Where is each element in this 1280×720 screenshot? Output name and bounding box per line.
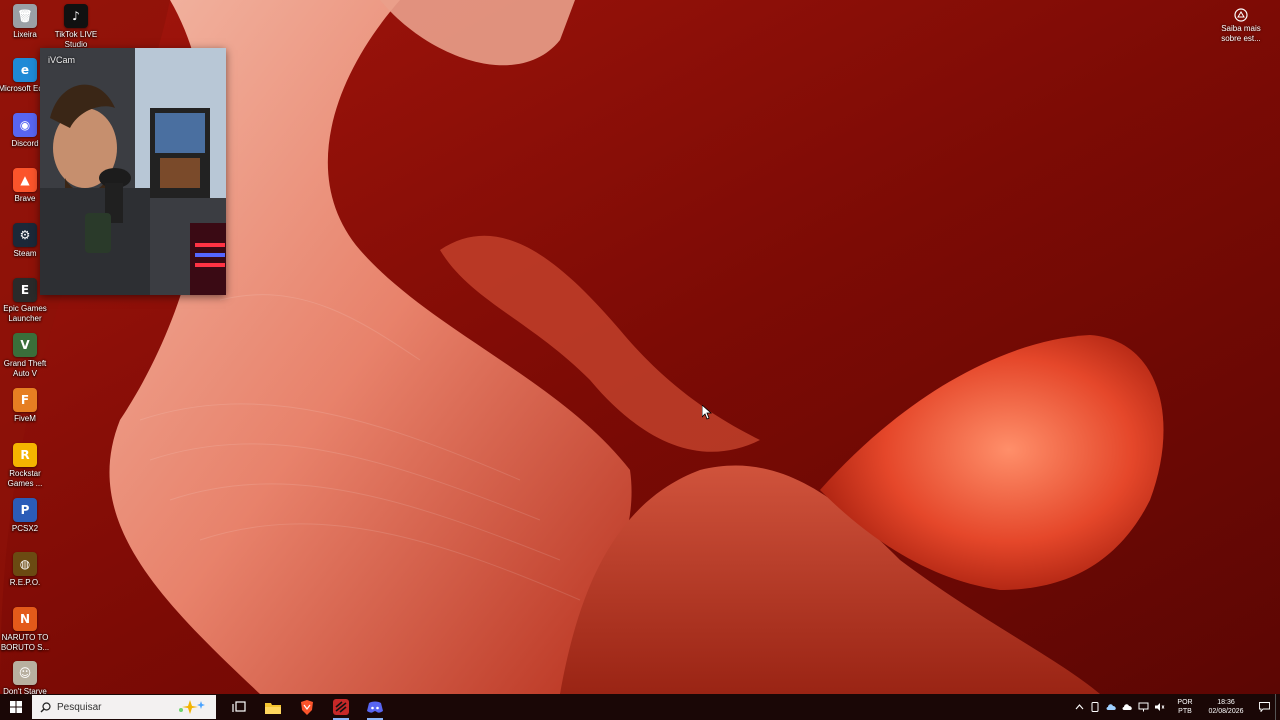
desktop-icon[interactable]: F FiveM <box>0 388 50 424</box>
taskbar: Pesquisar POR PTB 18:36 02/08/2026 <box>0 694 1280 720</box>
desktop-icon[interactable]: N NARUTO TO BORUTO S... <box>0 607 50 653</box>
webcam-feed <box>40 48 226 295</box>
keyboard-layout: PTB <box>1178 708 1192 715</box>
search-icon <box>40 701 51 712</box>
app-icon: ⚙ <box>13 223 37 247</box>
desktop-icon-label: Epic Games Launcher <box>3 304 47 323</box>
show-desktop-button[interactable] <box>1275 694 1280 720</box>
app-red-icon <box>333 699 349 715</box>
app-icon: ☺ <box>13 661 37 685</box>
app-icon: ◍ <box>13 552 37 576</box>
app-taskbar-button[interactable] <box>325 694 357 720</box>
language-indicator[interactable]: POR PTB <box>1171 694 1199 720</box>
app-icon: ▲ <box>13 168 37 192</box>
tray-app-icon[interactable] <box>1119 694 1135 720</box>
desktop-icon-label: NARUTO TO BORUTO S... <box>0 633 50 652</box>
search-highlight-icon <box>179 700 205 714</box>
desktop-icon[interactable]: R Rockstar Games ... <box>0 443 50 489</box>
chevron-up-icon <box>1075 704 1083 710</box>
clock-time: 18:36 <box>1217 699 1235 706</box>
mouse-cursor-icon <box>701 404 713 425</box>
search-placeholder: Pesquisar <box>57 701 102 713</box>
discord-icon <box>367 701 383 713</box>
app-icon: V <box>13 333 37 357</box>
tray-app-icon[interactable] <box>1087 694 1103 720</box>
language-code: POR <box>1177 699 1193 706</box>
app-icon: E <box>13 278 37 302</box>
cloud-sync-icon <box>1122 704 1132 710</box>
app-icon: e <box>13 58 37 82</box>
app-icon: ♪ <box>64 4 88 28</box>
desktop-icon[interactable]: ☺ Don't Starve <box>0 661 50 697</box>
start-button[interactable] <box>0 694 32 720</box>
network-button[interactable] <box>1135 694 1151 720</box>
search-box[interactable]: Pesquisar <box>32 695 216 719</box>
brave-taskbar-button[interactable] <box>291 694 323 720</box>
desktop-icon[interactable]: P PCSX2 <box>0 498 50 534</box>
task-view-button[interactable] <box>223 694 255 720</box>
ivcam-title: iVCam <box>48 55 76 65</box>
volume-button[interactable] <box>1151 694 1167 720</box>
system-tray: POR PTB 18:36 02/08/2026 <box>1071 694 1280 720</box>
clock[interactable]: 18:36 02/08/2026 <box>1203 694 1249 720</box>
learn-more-label: Saiba mais sobre est... <box>1221 24 1261 43</box>
app-icon: ◉ <box>13 113 37 137</box>
folder-icon <box>265 702 281 714</box>
onedrive-icon <box>1106 704 1116 710</box>
network-icon <box>1138 702 1148 712</box>
ivcam-window[interactable]: iVCam <box>40 48 226 295</box>
app-icon: 🗑 <box>13 4 37 28</box>
app-icon: R <box>13 443 37 467</box>
notifications-button[interactable] <box>1253 694 1275 720</box>
camera-icon <box>1234 8 1248 22</box>
desktop-icon[interactable]: V Grand Theft Auto V <box>0 333 50 379</box>
desktop-icon-label: TikTok LIVE Studio <box>54 30 98 49</box>
app-icon: N <box>13 607 37 631</box>
desktop-icon[interactable]: 🗑 Lixeira <box>0 4 50 40</box>
desktop-icon-label: Grand Theft Auto V <box>3 359 47 378</box>
desktop-icon-label: PCSX2 <box>11 524 39 533</box>
desktop-icon-label: Lixeira <box>13 30 37 39</box>
discord-taskbar-button[interactable] <box>359 694 391 720</box>
app-icon: F <box>13 388 37 412</box>
clock-date: 02/08/2026 <box>1208 708 1244 715</box>
desktop-icon[interactable]: ◍ R.E.P.O. <box>0 552 50 588</box>
tray-app-icon[interactable] <box>1103 694 1119 720</box>
desktop-icon[interactable]: ♪ TikTok LIVE Studio <box>51 4 101 50</box>
phone-icon <box>1091 702 1099 712</box>
desktop-icon-label: FiveM <box>14 414 36 423</box>
desktop-icon-label: R.E.P.O. <box>9 578 41 587</box>
desktop-icon-label: Rockstar Games ... <box>7 469 43 488</box>
windows-logo-icon <box>10 701 22 713</box>
task-view-icon <box>232 701 246 712</box>
file-explorer-button[interactable] <box>257 694 289 720</box>
speaker-icon <box>1154 703 1164 711</box>
learn-more-widget[interactable]: Saiba mais sobre est... <box>1216 8 1266 44</box>
notification-icon <box>1258 702 1270 712</box>
brave-lion-icon <box>301 699 313 715</box>
show-hidden-icons-button[interactable] <box>1071 694 1087 720</box>
app-icon: P <box>13 498 37 522</box>
